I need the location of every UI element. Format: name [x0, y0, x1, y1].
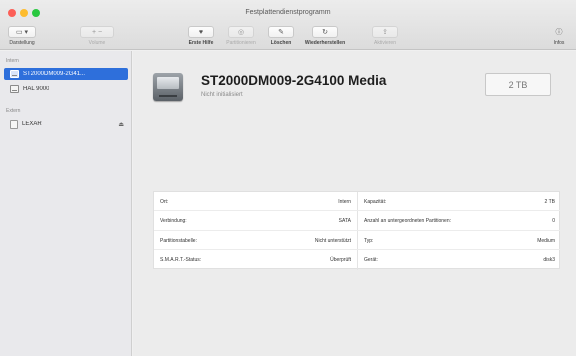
hard-drive-icon: [153, 73, 183, 101]
sidebar-view-icon: ▭ ▾: [15, 29, 29, 36]
mount-button[interactable]: ⇪: [372, 26, 398, 38]
info-key: Ort:: [160, 198, 169, 205]
erase-button[interactable]: ✎: [268, 26, 294, 38]
info-key: Verbindung:: [160, 218, 187, 224]
volume-label: Volume: [88, 40, 106, 46]
sidebar-item-label: LEXAR: [22, 121, 42, 127]
view-label: Darstellung: [9, 40, 35, 46]
restore-icon: ↻: [322, 29, 328, 36]
erase-icon: ✎: [278, 29, 284, 36]
info-value: SATA: [338, 218, 351, 224]
info-key: Anzahl an untergeordneten Partitionen:: [364, 218, 452, 224]
info-key: Gerät:: [364, 257, 378, 263]
sidebar-item-lexar[interactable]: LEXAR ⏏: [4, 118, 128, 130]
info-row-location: Ort: Intern Kapazität: 2 TB: [154, 192, 561, 211]
info-value: Medium: [537, 237, 555, 244]
restore-button[interactable]: ↻: [312, 26, 338, 38]
first-aid-label: Erste Hilfe: [188, 40, 214, 46]
disk-title: ST2000DM009-2G4100 Media: [201, 73, 387, 88]
erase-label: Löschen: [270, 40, 292, 46]
info-value: Intern: [338, 198, 351, 205]
disk-status: Nicht initialisiert: [201, 92, 243, 98]
sidebar-item-st2000dm009[interactable]: ST2000DM009-2G41...: [4, 68, 128, 80]
mount-label: Aktivieren: [374, 40, 396, 46]
first-aid-button[interactable]: ♥: [188, 26, 214, 38]
disk-info-table: Ort: Intern Kapazität: 2 TB Verbindung: …: [153, 191, 561, 270]
info-value: 2 TB: [544, 198, 555, 205]
info-key: Partitionstabelle:: [160, 237, 197, 244]
sidebar-item-label: HAL 9000: [23, 86, 50, 92]
partition-button[interactable]: ◎: [228, 26, 254, 38]
sidebar-item-label: ST2000DM009-2G41...: [23, 71, 86, 77]
capacity-badge: 2 TB: [485, 73, 551, 96]
external-disk-icon: [10, 119, 18, 129]
sidebar: Intern ST2000DM009-2G41... HAL 9000 Exte…: [0, 51, 132, 356]
info-value: 0: [552, 218, 555, 224]
info-key: Typ:: [364, 237, 374, 244]
info-button[interactable]: ⓘ: [550, 26, 568, 38]
detail-pane: ST2000DM009-2G4100 Media Nicht initialis…: [133, 51, 576, 356]
info-row-partition-map: Partitionstabelle: Nicht unterstützt Typ…: [154, 231, 561, 250]
info-icon: ⓘ: [555, 29, 563, 36]
stethoscope-icon: ♥: [198, 28, 204, 36]
info-label: Infos: [553, 40, 565, 46]
info-row-smart-status: S.M.A.R.T.-Status: Überprüft Gerät: disk…: [154, 251, 561, 270]
info-key: Kapazität:: [364, 198, 387, 205]
add-remove-volume-icon: + −: [91, 28, 103, 36]
restore-label: Wiederherstellen: [304, 40, 346, 46]
disk-utility-window: Festplattendienstprogramm ▭ ▾ Darstellun…: [0, 0, 576, 356]
info-key: S.M.A.R.T.-Status:: [160, 257, 202, 263]
view-button[interactable]: ▭ ▾: [8, 26, 36, 38]
sidebar-item-hal-9000[interactable]: HAL 9000: [4, 83, 128, 95]
internal-disk-icon: [10, 85, 19, 93]
info-row-connection: Verbindung: SATA Anzahl an untergeordnet…: [154, 212, 561, 231]
window-title: Festplattendienstprogramm: [245, 9, 331, 16]
info-value: Überprüft: [330, 257, 351, 263]
sidebar-header-internal: Intern: [6, 58, 19, 64]
partition-icon: ◎: [237, 29, 245, 36]
partition-label: Partitionieren: [226, 40, 256, 46]
sidebar-header-external: Extern: [6, 108, 21, 114]
eject-icon[interactable]: ⏏: [118, 121, 124, 128]
info-value: disk3: [543, 257, 555, 263]
internal-disk-icon: [10, 70, 19, 78]
mount-icon: ⇪: [382, 29, 388, 36]
volume-button[interactable]: + −: [80, 26, 114, 38]
info-value: Nicht unterstützt: [314, 237, 351, 244]
toolbar: Festplattendienstprogramm ▭ ▾ Darstellun…: [0, 0, 576, 50]
